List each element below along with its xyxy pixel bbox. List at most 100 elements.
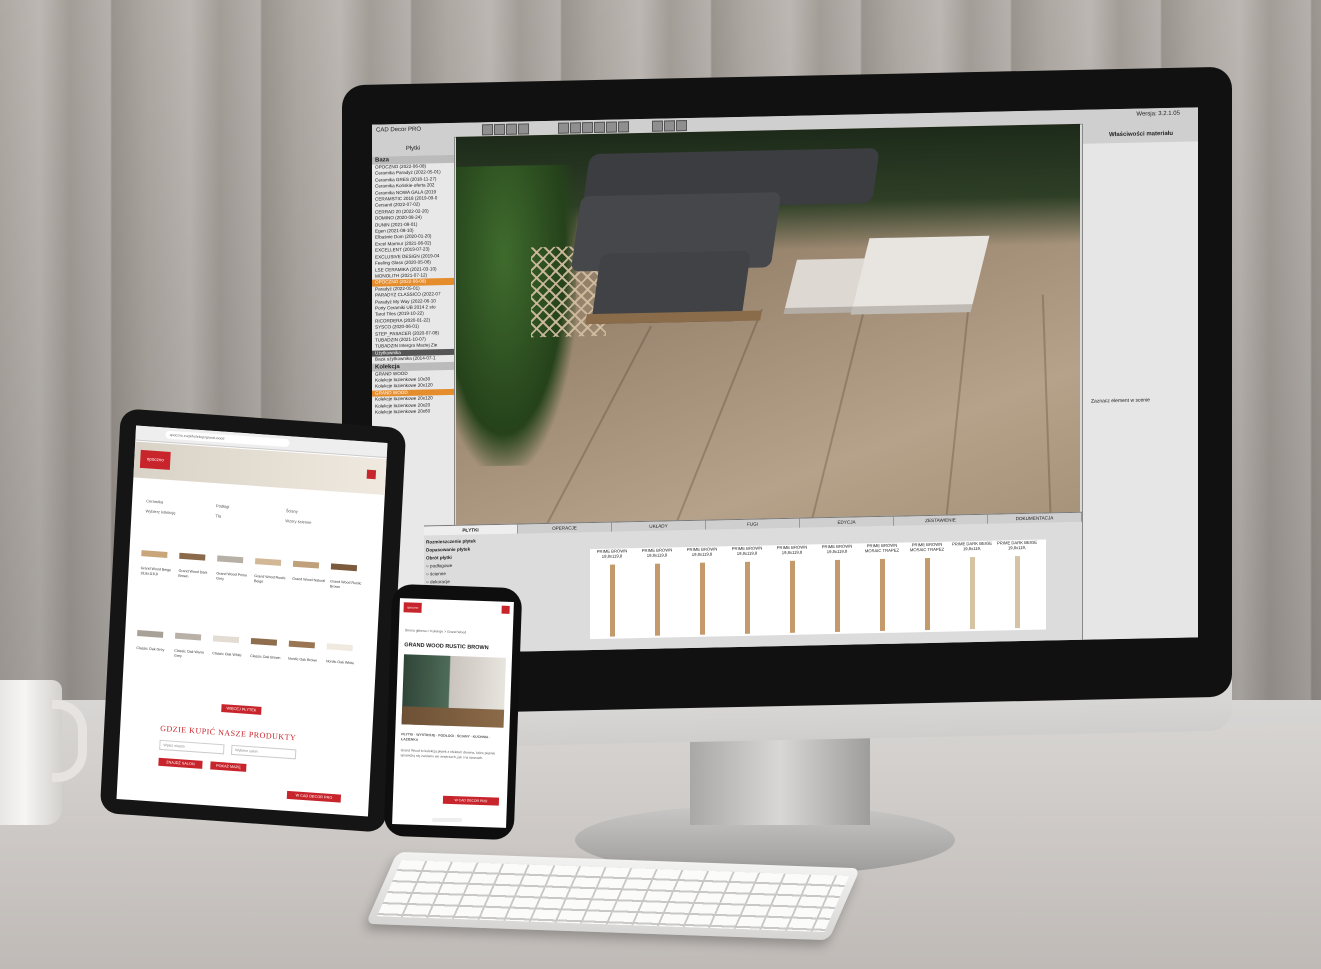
product-swatch[interactable] — [137, 630, 164, 638]
toolbar-icon[interactable] — [676, 120, 687, 132]
product-name[interactable]: Grand Wood Natural — [292, 577, 326, 584]
toolbar-icon[interactable] — [606, 121, 617, 133]
material-properties-panel: Właściwości materiału Zaznacz element w … — [1082, 121, 1198, 640]
product-swatch[interactable] — [292, 560, 320, 569]
collection-item[interactable]: Kolekcje łazienkowe 20x60 — [372, 408, 454, 416]
phone-body-text: Grand Wood to kolekcja płytek z efektem … — [400, 748, 496, 760]
toolbar-icon[interactable] — [594, 121, 605, 134]
phone-breadcrumb[interactable]: Strona główna > Kolekcje > Grand Wood — [405, 628, 507, 636]
tile-preview — [880, 558, 885, 632]
tab-fugi[interactable]: FUGI — [706, 518, 800, 530]
tab-zestawienie[interactable]: ZESTAWIENIE — [894, 514, 988, 526]
tile-swatch[interactable]: PRIME BROWN 19,8x119,8 — [680, 546, 724, 637]
select-element-hint: Zaznacz element w scenie — [1091, 397, 1150, 405]
product-swatch[interactable] — [141, 550, 168, 558]
tile-label: PRIME BROWN 19,8x119,8 — [821, 543, 853, 555]
tab-układy[interactable]: UKŁADY — [612, 520, 706, 532]
tile-swatch[interactable]: PRIME DARK BEIGE 19,8x119, — [995, 540, 1039, 631]
phone-brand-logo[interactable]: opoczno — [403, 602, 422, 613]
tile-swatch[interactable]: PRIME BROWN 19,8x119,8 — [590, 548, 634, 639]
product-name[interactable]: Grand Wood Rustic Beige — [254, 574, 288, 586]
product-name[interactable]: Classic Oak Grey — [136, 646, 170, 653]
product-swatch[interactable] — [288, 640, 315, 649]
product-name[interactable]: Grand Wood Beige 19,8x119,8 — [140, 566, 174, 578]
keyboard-key-rows — [377, 860, 849, 932]
category-link[interactable]: Ceramika — [146, 498, 163, 504]
product-name[interactable]: Classic Oak Warm Grey — [174, 649, 208, 661]
toolbar-icon[interactable] — [482, 124, 493, 136]
product-name[interactable]: Grand Wood Dark Brown — [178, 569, 212, 581]
app-version: Wersja: 3.2.1.05 — [1136, 110, 1180, 118]
tab-operacje[interactable]: OPERACJE — [518, 522, 612, 534]
tile-preview — [1015, 556, 1020, 629]
tab-edycja[interactable]: EDYCJA — [800, 516, 894, 528]
product-name[interactable]: Nordic Oak Brown — [288, 657, 322, 664]
tile-label: PRIME DARK BEIGE 19,8x119, — [951, 540, 993, 552]
tile-label: PRIME BROWN 19,8x119,8 — [596, 548, 628, 559]
tile-swatch[interactable]: PRIME DARK BEIGE 19,8x119, — [950, 541, 994, 632]
product-swatch[interactable] — [179, 552, 206, 561]
product-name[interactable]: Grand Wood Rustic Brown — [330, 579, 364, 591]
tile-label: PRIME DARK BEIGE 19,8x119, — [996, 539, 1038, 551]
tile-label: PRIME BROWN MOSAIC TRAPEZ — [909, 541, 945, 553]
toolbar-icon[interactable] — [570, 122, 581, 134]
product-swatch[interactable] — [326, 643, 353, 652]
tile-label: PRIME BROWN 19,8x119,8 — [776, 544, 808, 556]
product-name[interactable]: Classic Oak Brown — [250, 654, 284, 661]
phone-home-indicator — [432, 818, 462, 822]
product-name[interactable]: Nordic Oak White — [326, 659, 360, 666]
toolbar-icon[interactable] — [664, 120, 675, 132]
category-link[interactable]: Wybierz kolekcję — [145, 508, 175, 515]
find-salon-button[interactable]: ZNAJDŹ SALON — [158, 757, 203, 769]
where-to-buy-heading: GDZIE KUPIĆ NASZE PRODUKTY — [160, 723, 297, 743]
tab-dokumentacja[interactable]: DOKUMENTACJA — [988, 512, 1082, 524]
phone-menu-button[interactable] — [501, 605, 510, 614]
tile-swatch[interactable]: PRIME BROWN 19,8x119,8 — [725, 545, 769, 636]
product-swatch[interactable] — [174, 632, 202, 641]
product-swatch[interactable] — [254, 558, 282, 566]
tab-płytki[interactable]: PŁYTKI — [424, 524, 518, 536]
toolbar-icon[interactable] — [618, 121, 629, 133]
toolbar-icon[interactable] — [652, 120, 663, 132]
show-map-button[interactable]: POKAŻ MAPĘ — [210, 761, 247, 772]
tile-preview — [790, 560, 795, 633]
tile-swatch[interactable]: PRIME BROWN 19,8x119,8 — [815, 543, 859, 634]
3d-scene-view[interactable] — [456, 123, 1080, 539]
salon-select[interactable]: Wybierz salon — [230, 744, 297, 760]
material-properties-title: Właściwości materiału — [1083, 121, 1198, 144]
cad-cta-button[interactable]: W CAD DECOR PRO — [286, 790, 342, 803]
category-link[interactable]: Tła — [215, 513, 221, 518]
tile-swatch[interactable]: PRIME BROWN 19,8x119,8 — [770, 544, 814, 635]
floor-seam — [806, 301, 868, 537]
load-more-button[interactable]: WIĘCEJ PŁYTEK — [221, 704, 262, 715]
tile-swatch[interactable]: PRIME BROWN 19,8x119,8 — [635, 547, 679, 638]
toolbar-icon[interactable] — [506, 123, 517, 135]
toolbar-icon[interactable] — [558, 122, 569, 134]
product-name[interactable]: Classic Oak White — [212, 651, 246, 658]
product-swatch[interactable] — [217, 555, 244, 564]
tile-swatch[interactable]: PRIME BROWN MOSAIC TRAPEZ — [860, 543, 904, 634]
panel-header: Płytki — [372, 136, 454, 157]
category-link[interactable]: Wzory ścienne — [285, 518, 311, 525]
toolbar-icon[interactable] — [582, 122, 593, 134]
floor-seam — [671, 308, 763, 534]
toolbar-icon[interactable] — [518, 123, 529, 135]
bottom-tool-panel: PŁYTKI OPERACJE UKŁADY FUGI EDYCJA ZESTAWIENI… — [424, 511, 1082, 655]
category-link[interactable]: Ściany — [286, 508, 298, 514]
brand-logo[interactable]: opoczno — [139, 449, 171, 470]
category-link[interactable]: Podłogi — [216, 503, 230, 509]
toolbar-icon[interactable] — [494, 123, 505, 136]
product-swatch[interactable] — [212, 635, 240, 644]
product-swatch[interactable] — [250, 637, 278, 646]
tile-palette: PRIME BROWN 19,8x119,8 PRIME BROWN 19,8x1… — [590, 539, 1046, 640]
tile-preview — [745, 561, 750, 634]
product-name[interactable]: Grand Wood Prime Grey — [216, 571, 250, 583]
product-swatch[interactable] — [330, 563, 358, 572]
phone-cad-button[interactable]: W CAD DECOR PRO — [442, 795, 500, 806]
interior-photo-floor — [401, 706, 505, 728]
tile-preview — [835, 559, 840, 632]
tile-swatch[interactable]: PRIME BROWN MOSAIC TRAPEZ — [905, 542, 949, 633]
city-input[interactable]: Wpisz miasto — [159, 739, 225, 755]
phone-screen: opoczno Strona główna > Kolekcje > Grand… — [392, 598, 514, 828]
menu-button[interactable] — [366, 469, 377, 480]
